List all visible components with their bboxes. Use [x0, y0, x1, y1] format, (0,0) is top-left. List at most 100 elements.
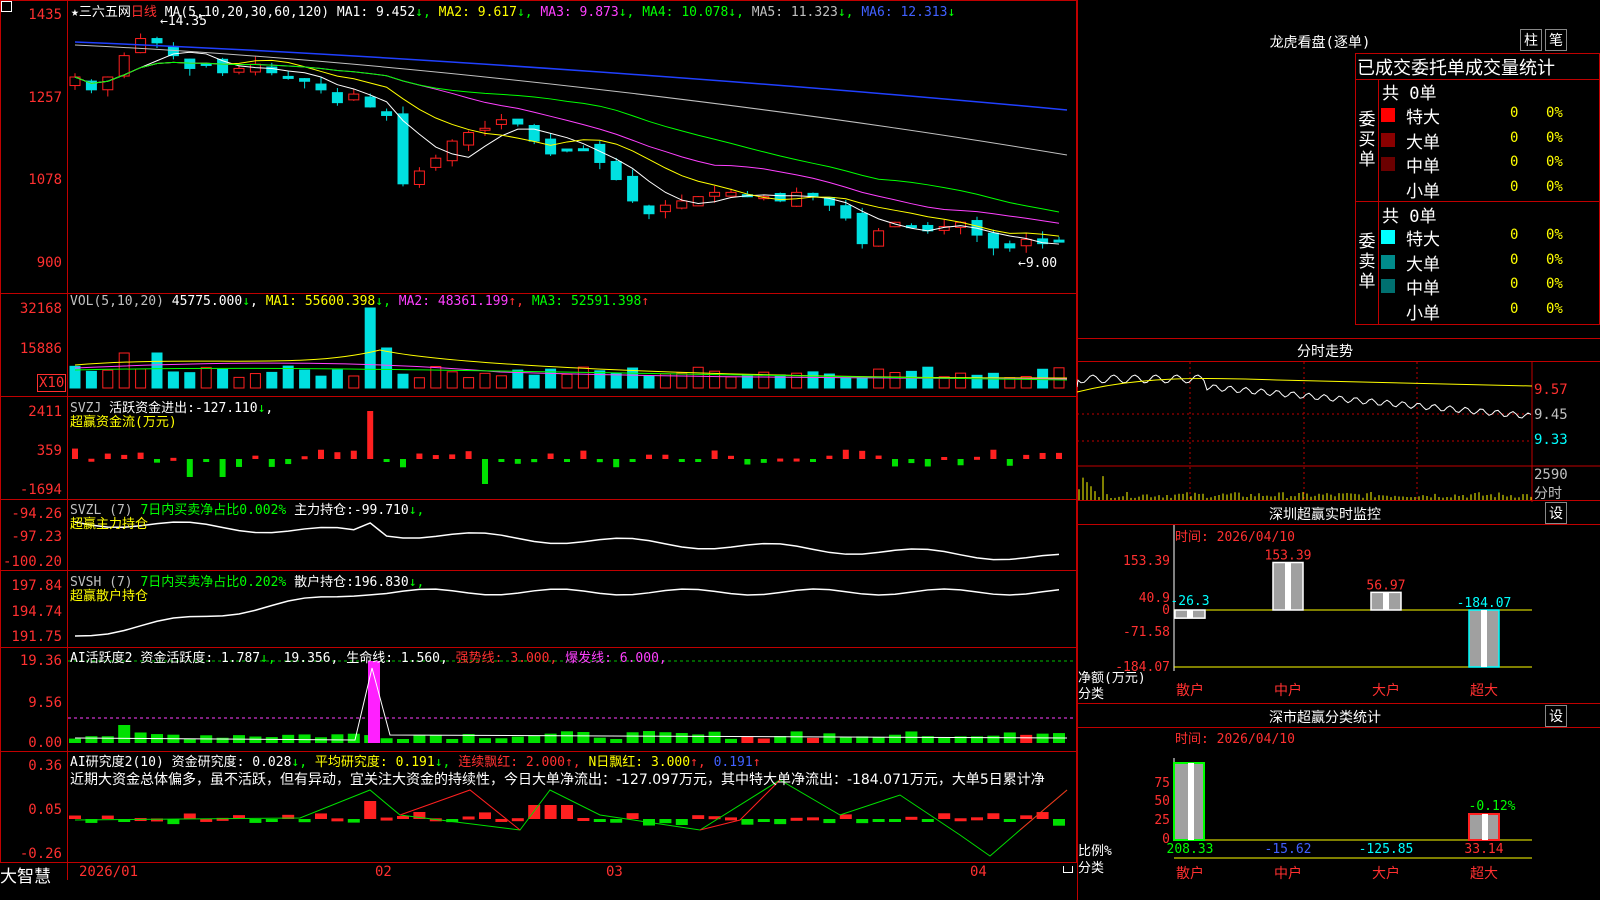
- activity-bar: [938, 737, 951, 743]
- lock-icon[interactable]: [1063, 866, 1073, 873]
- research-bar: [856, 819, 869, 824]
- fund-flow-bar: [236, 459, 242, 467]
- fund-flow-bar: [449, 454, 456, 459]
- class-settings-button[interactable]: 设: [1545, 705, 1567, 727]
- fund-flow-bar: [203, 459, 210, 462]
- ai-research-header: AI研究度2(10) 资金研究度: 0.028↓, 平均研究度: 0.191↓,…: [70, 755, 761, 770]
- activity-bar: [708, 731, 721, 743]
- candle-body: [315, 83, 327, 91]
- research-bar: [561, 805, 573, 819]
- favorite-star-icon[interactable]: ★: [71, 5, 79, 20]
- fund-flow-bar: [318, 449, 324, 459]
- volume-bar: [676, 372, 688, 389]
- candle-body: [725, 191, 737, 197]
- research-bar: [479, 812, 491, 819]
- fund-flow-bar: [219, 459, 226, 477]
- activity-bar: [725, 738, 737, 743]
- fund-flow-bar: [875, 455, 882, 459]
- sell-row-count: 0: [1510, 300, 1519, 317]
- vol-ma-arrow: ↓,: [375, 294, 399, 309]
- ai1-y-tick: 9.56: [28, 695, 62, 711]
- buy-row-name: 小单: [1406, 181, 1440, 202]
- research-bar: [741, 819, 754, 825]
- buy-row-name: 中单: [1406, 157, 1440, 177]
- research-bar: [364, 801, 377, 819]
- research-bar: [905, 816, 918, 820]
- fund-flow-bar: [531, 459, 538, 463]
- research-bar: [462, 816, 475, 820]
- activity-bar: [692, 734, 705, 743]
- svzl-y-tick: -94.26: [11, 506, 62, 522]
- activity-bar: [134, 732, 147, 743]
- kline-y-tick: 900: [36, 255, 62, 271]
- fund-flow-bar: [498, 459, 505, 462]
- research-bar: [380, 817, 393, 821]
- intraday-chart[interactable]: [1077, 362, 1600, 502]
- activity-bar: [807, 737, 819, 743]
- tick-view-button[interactable]: 笔: [1545, 29, 1567, 51]
- volume-bar: [463, 377, 475, 389]
- svzl-subtitle: 超赢主力持仓: [70, 517, 149, 532]
- buy-row-count: 0: [1510, 129, 1519, 146]
- volume-bar: [446, 371, 458, 389]
- candle-body: [528, 125, 540, 142]
- volume-bar: [955, 372, 967, 389]
- candle-body: [561, 148, 573, 152]
- research-bar: [1003, 819, 1016, 822]
- candle-body: [233, 67, 245, 73]
- volume-bar: [85, 370, 97, 389]
- candle-body: [709, 191, 721, 197]
- activity-bar: [85, 736, 98, 743]
- svzl-y-tick: -100.20: [2, 554, 62, 570]
- activity-bar: [987, 735, 1000, 743]
- period-label[interactable]: 日线: [131, 5, 157, 20]
- vol-value: 45775.000: [171, 294, 243, 309]
- monitor-bar-shine: [1481, 610, 1487, 667]
- fund-flow-bar: [924, 459, 931, 467]
- candle-body: [676, 200, 688, 209]
- vol-ma-values: MA1: 55600.398↓, MA2: 48361.199↑, MA3: 5…: [266, 294, 650, 309]
- intraday-title: 分时走势: [1297, 344, 1353, 360]
- svsh-y-tick: 197.84: [11, 578, 62, 594]
- buy-row-pct: 0%: [1546, 129, 1563, 146]
- intraday-price-line: [1077, 374, 1532, 419]
- candle-body: [299, 78, 311, 82]
- date-tick: 03: [606, 864, 623, 880]
- fund-flow-bar: [154, 459, 160, 463]
- research-bar: [397, 815, 409, 819]
- svzj-subtitle: 超赢资金流(万元): [70, 415, 177, 430]
- fund-flow-bar: [514, 459, 521, 464]
- volume-bar: [873, 368, 885, 389]
- research-bar: [889, 819, 901, 822]
- sell-row-swatch: [1381, 254, 1395, 269]
- fund-flow-bar: [990, 449, 997, 459]
- monitor-y-tick: 153.39: [1123, 554, 1170, 569]
- research-bar: [511, 818, 524, 822]
- monitor-bar-shine: [1285, 562, 1291, 610]
- class-y-tick: 25: [1154, 813, 1170, 828]
- fund-flow-bar: [1023, 454, 1030, 459]
- ai2-y-tick: 0.36: [28, 758, 62, 774]
- fund-flow-bar: [744, 459, 751, 465]
- ma-6: MA6: 12.313: [861, 5, 948, 20]
- fund-flow-bar: [137, 452, 144, 459]
- candle-body: [217, 58, 229, 74]
- ma-line: [74, 51, 1060, 245]
- sell-row-pct: 0%: [1546, 276, 1563, 292]
- class-y-tick: 75: [1154, 776, 1170, 791]
- activity-bar: [643, 731, 655, 743]
- fund-flow-bar: [1006, 459, 1013, 466]
- buy-row-name: 大单: [1406, 132, 1440, 153]
- buy-row-name: 特大: [1406, 108, 1440, 128]
- monitor-category: 中户: [1274, 682, 1302, 699]
- fund-flow-bar: [400, 459, 406, 468]
- research-bar: [872, 819, 885, 822]
- fund-flow-bar: [793, 458, 800, 462]
- activity-bar: [577, 732, 590, 743]
- class-chart[interactable]: 7550250-0.12%208.33散户-15.62中户-125.85大户33…: [1077, 728, 1600, 900]
- fund-flow-bar: [170, 457, 177, 461]
- candle-body: [1053, 239, 1065, 243]
- bar-view-button[interactable]: 柱: [1520, 29, 1542, 51]
- monitor-settings-button[interactable]: 设: [1545, 502, 1567, 524]
- monitor-chart[interactable]: 153.3940.90-71.58-184.07-26.3散户153.39中户5…: [1077, 525, 1600, 705]
